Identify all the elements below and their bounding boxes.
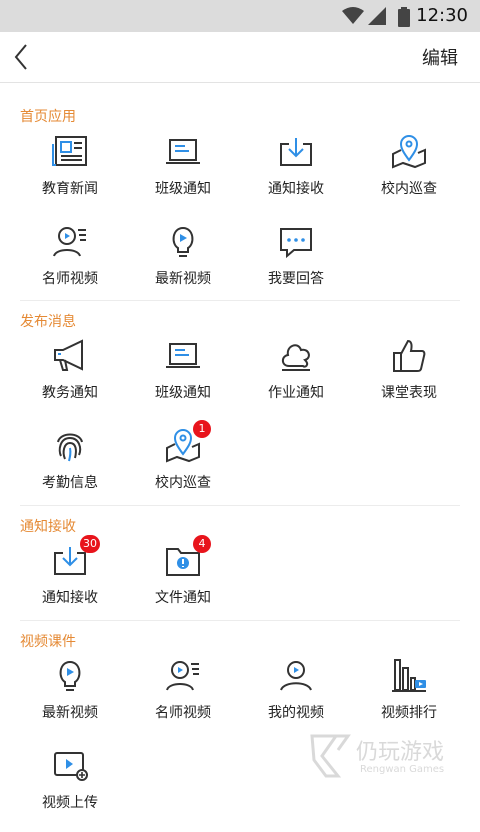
wifi-icon [342, 7, 364, 24]
app-item-label: 作业通知 [268, 385, 324, 401]
edit-button[interactable]: 编辑 [422, 44, 458, 70]
app-item-label: 校内巡查 [381, 181, 437, 197]
teacher-video-icon [166, 661, 199, 691]
app-item-label: 视频上传 [42, 795, 98, 811]
app-item-video-upload[interactable]: 视频上传 [14, 748, 126, 832]
app-item-latest-video[interactable]: 最新视频 [127, 224, 239, 308]
map-pin-icon [392, 135, 426, 169]
app-item-label: 教务通知 [42, 385, 98, 401]
app-item-label: 通知接收 [42, 590, 98, 606]
battery-icon [398, 7, 410, 27]
app-item-label: 视频排行 [381, 705, 437, 721]
back-arrow-icon[interactable] [8, 40, 36, 74]
app-item-education-news[interactable]: 教育新闻 [14, 134, 126, 218]
megaphone-icon [54, 339, 83, 371]
news-icon [52, 136, 87, 166]
app-item-campus-patrol-publish[interactable]: 1 校内巡查 [127, 420, 239, 512]
app-item-label: 教育新闻 [42, 181, 98, 197]
app-item-teacher-video-2[interactable]: 名师视频 [127, 658, 239, 742]
app-item-teacher-video[interactable]: 名师视频 [14, 224, 126, 308]
lightbulb-play-icon [59, 660, 81, 691]
cell-signal-icon [368, 7, 386, 25]
laptop-icon [166, 343, 200, 368]
section-title-publish: 发布消息 [20, 314, 76, 330]
section-divider [20, 300, 460, 301]
app-item-label: 考勤信息 [42, 475, 98, 491]
app-item-notice-receive-2[interactable]: 30 通知接收 [14, 535, 126, 627]
video-upload-icon [54, 752, 88, 781]
cloud-tree-icon [281, 344, 310, 371]
badge-count: 4 [193, 535, 211, 553]
app-item-attendance[interactable]: 考勤信息 [14, 428, 126, 512]
teacher-video-icon [53, 227, 86, 257]
app-item-notice-receive[interactable]: 通知接收 [240, 134, 352, 218]
app-item-class-notice-publish[interactable]: 班级通知 [127, 338, 239, 422]
app-item-label: 我的视频 [268, 705, 324, 721]
badge-count: 1 [193, 420, 211, 438]
app-item-label: 班级通知 [155, 181, 211, 197]
section-divider [20, 620, 460, 621]
app-item-academic-notice[interactable]: 教务通知 [14, 338, 126, 422]
chat-bubble-icon [280, 228, 312, 259]
status-time: 12:30 [416, 5, 468, 26]
app-item-file-notice[interactable]: 4 文件通知 [127, 535, 239, 627]
app-item-campus-patrol[interactable]: 校内巡查 [353, 134, 465, 218]
badge-count: 30 [80, 535, 100, 553]
app-item-label: 我要回答 [268, 271, 324, 287]
watermark-logo-icon [310, 734, 351, 778]
status-bar: 12:30 [0, 0, 480, 32]
top-nav-bar: 编辑 [0, 32, 480, 83]
section-title-video-courseware: 视频课件 [20, 634, 76, 650]
app-item-label: 最新视频 [155, 271, 211, 287]
lightbulb-play-icon [172, 226, 194, 257]
bar-chart-video-icon [392, 659, 426, 692]
app-item-label: 名师视频 [155, 705, 211, 721]
app-item-label: 课堂表现 [381, 385, 437, 401]
laptop-icon [166, 139, 200, 164]
app-item-homework-notice[interactable]: 作业通知 [240, 338, 352, 422]
watermark: 仍玩游戏 Rengwan Games [308, 730, 458, 785]
app-item-classroom-performance[interactable]: 课堂表现 [353, 338, 465, 422]
fingerprint-icon [57, 433, 83, 462]
app-item-latest-video-2[interactable]: 最新视频 [14, 658, 126, 742]
app-item-label: 校内巡查 [155, 475, 211, 491]
app-item-label: 通知接收 [268, 181, 324, 197]
section-divider [20, 505, 460, 506]
app-item-label: 名师视频 [42, 271, 98, 287]
thumbs-up-icon [393, 339, 426, 372]
app-item-class-notice[interactable]: 班级通知 [127, 134, 239, 218]
watermark-text: 仍玩游戏 [356, 740, 445, 765]
app-item-label: 班级通知 [155, 385, 211, 401]
section-title-home-apps: 首页应用 [20, 109, 76, 125]
download-tray-icon [280, 138, 312, 166]
section-title-notice-receive: 通知接收 [20, 519, 76, 535]
app-item-answer[interactable]: 我要回答 [240, 224, 352, 308]
app-item-label: 最新视频 [42, 705, 98, 721]
user-video-icon [280, 661, 312, 691]
app-item-label: 文件通知 [155, 590, 211, 606]
watermark-subtext: Rengwan Games [360, 764, 445, 775]
